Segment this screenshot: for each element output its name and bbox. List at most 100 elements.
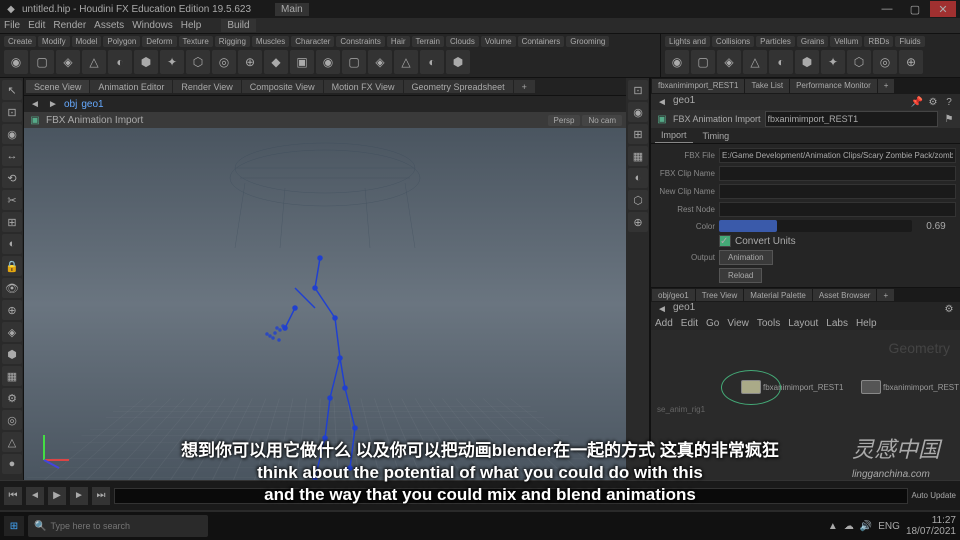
tool-button[interactable]: 👁 [2, 278, 22, 298]
tool-button[interactable]: ⊡ [628, 80, 648, 100]
timeline-track[interactable] [114, 488, 908, 504]
ne-path-text[interactable]: geo1 [673, 302, 695, 316]
color-slider[interactable] [719, 220, 912, 232]
shelf-tool[interactable]: ◉ [4, 50, 28, 74]
shelf-tab[interactable]: Model [72, 36, 102, 47]
ne-canvas[interactable]: se_anim_rig1 Geometry fbxanimimport_REST… [651, 330, 960, 480]
shelf-tab[interactable]: Terrain [412, 36, 444, 47]
tool-button[interactable]: ↖ [2, 80, 22, 100]
play-button[interactable]: ▶ [48, 487, 66, 505]
shelf-tool[interactable]: ◉ [665, 50, 689, 74]
viewport-tab[interactable]: Composite View [242, 80, 323, 93]
last-frame-button[interactable]: ⏭ [92, 487, 110, 505]
shelf-tab[interactable]: Rigging [215, 36, 250, 47]
path-obj[interactable]: obj [64, 99, 77, 110]
shelf-tool[interactable]: △ [394, 50, 418, 74]
node-1[interactable]: fbxanimimport_REST1 [741, 380, 843, 394]
shelf-tab[interactable]: Vellum [830, 36, 862, 47]
shelf-tab[interactable]: Fluids [895, 36, 924, 47]
shelf-tab[interactable]: RBDs [864, 36, 893, 47]
shelf-tool[interactable]: ⬢ [795, 50, 819, 74]
shelf-tab[interactable]: Grooming [566, 36, 609, 47]
viewport-tab[interactable]: Animation Editor [90, 80, 172, 93]
taskbar-search[interactable]: 🔍 [28, 515, 208, 537]
reload-button[interactable]: Reload [719, 268, 762, 283]
build-tab[interactable]: Build [221, 19, 255, 32]
rest-node-input[interactable] [719, 202, 956, 217]
subtab-import[interactable]: Import [655, 128, 693, 143]
menu-file[interactable]: File [4, 20, 20, 31]
tool-button[interactable]: ◉ [2, 124, 22, 144]
tool-button[interactable]: ⟲ [2, 168, 22, 188]
ne-menu-item[interactable]: Layout [788, 318, 818, 329]
prev-frame-button[interactable]: ◄ [26, 487, 44, 505]
back-icon[interactable]: ◄ [655, 302, 669, 316]
tool-button[interactable]: ▦ [2, 366, 22, 386]
viewport-tab[interactable]: + [514, 80, 535, 93]
param-path-text[interactable]: geo1 [673, 95, 695, 109]
minimize-button[interactable]: — [874, 1, 900, 17]
tool-button[interactable]: ⬡ [628, 190, 648, 210]
viewport-tab[interactable]: Motion FX View [324, 80, 403, 93]
ne-tab[interactable]: Material Palette [744, 289, 812, 301]
shelf-tab[interactable]: Particles [756, 36, 795, 47]
search-input[interactable] [50, 521, 202, 531]
gear-icon[interactable]: ⚙ [942, 302, 956, 316]
path-geo[interactable]: geo1 [81, 99, 103, 110]
shelf-tab[interactable]: Deform [142, 36, 176, 47]
start-button[interactable]: ⊞ [4, 516, 24, 536]
tool-button[interactable]: ⊕ [2, 300, 22, 320]
param-tab[interactable]: Performance Monitor [790, 79, 877, 93]
shelf-tool[interactable]: ◉ [316, 50, 340, 74]
shelf-tool[interactable]: △ [82, 50, 106, 74]
shelf-tab[interactable]: Lights and [665, 36, 710, 47]
tray-lang[interactable]: ENG [878, 521, 900, 532]
tray-date[interactable]: 18/07/2021 [906, 526, 956, 537]
tray-icon[interactable]: ▲ [828, 521, 838, 532]
shelf-tool[interactable]: ◆ [264, 50, 288, 74]
ne-menu-item[interactable]: Labs [826, 318, 848, 329]
tool-button[interactable]: ⚙ [2, 388, 22, 408]
shelf-tool[interactable]: ⊕ [899, 50, 923, 74]
tool-button[interactable]: ⬢ [2, 344, 22, 364]
shelf-tab[interactable]: Hair [387, 36, 410, 47]
menu-assets[interactable]: Assets [94, 20, 124, 31]
shelf-tab[interactable]: Polygon [103, 36, 140, 47]
shelf-tool[interactable]: ◎ [212, 50, 236, 74]
persp-button[interactable]: Persp [548, 115, 581, 126]
param-tab[interactable]: + [878, 79, 895, 93]
tool-button[interactable]: ◐ [2, 234, 22, 254]
clip-name-input[interactable] [719, 166, 956, 181]
tool-button[interactable]: ↔ [2, 146, 22, 166]
ne-tab[interactable]: Asset Browser [813, 289, 877, 301]
axis-gizmo[interactable] [34, 430, 74, 470]
ne-tab[interactable]: obj/geo1 [652, 289, 695, 301]
shelf-tab[interactable]: Volume [481, 36, 516, 47]
tool-button[interactable]: 🔒 [2, 256, 22, 276]
tool-button[interactable]: ✂ [2, 190, 22, 210]
node-name-input[interactable] [765, 111, 938, 127]
viewport-tab[interactable]: Scene View [26, 80, 89, 93]
output-dropdown[interactable]: Animation [719, 250, 773, 265]
shelf-tab[interactable]: Character [291, 36, 334, 47]
shelf-tab[interactable]: Texture [179, 36, 213, 47]
convert-checkbox[interactable]: ✓ [719, 235, 731, 247]
shelf-tool[interactable]: ✦ [821, 50, 845, 74]
help-icon[interactable]: ? [942, 95, 956, 109]
shelf-tool[interactable]: ▢ [30, 50, 54, 74]
tool-button[interactable]: ⊞ [628, 124, 648, 144]
tool-button[interactable]: ◐ [628, 168, 648, 188]
shelf-tool[interactable]: ⬡ [186, 50, 210, 74]
viewport-3d[interactable] [24, 128, 626, 480]
ne-tab[interactable]: Tree View [696, 289, 744, 301]
ne-tab[interactable]: + [877, 289, 894, 301]
fbx-file-input[interactable] [719, 148, 956, 163]
shelf-tab[interactable]: Constraints [336, 36, 384, 47]
tool-button[interactable]: ⊕ [628, 212, 648, 232]
shelf-tool[interactable]: ▣ [290, 50, 314, 74]
shelf-tool[interactable]: △ [743, 50, 767, 74]
pin-icon[interactable]: 📌 [910, 95, 924, 109]
menu-edit[interactable]: Edit [28, 20, 45, 31]
tray-icon[interactable]: ☁ [844, 521, 854, 532]
next-frame-button[interactable]: ► [70, 487, 88, 505]
